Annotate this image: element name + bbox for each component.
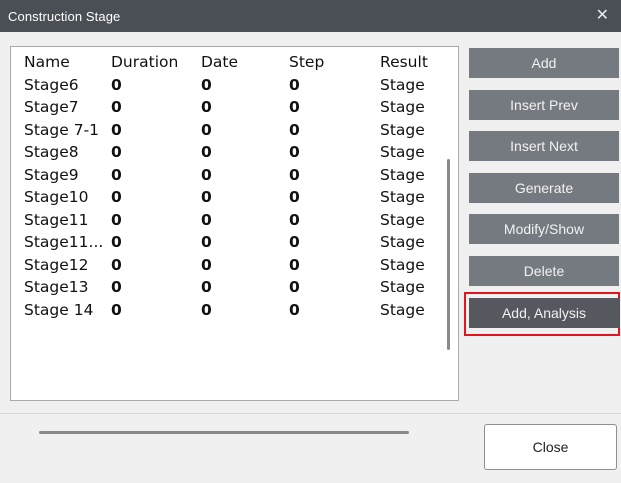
cell-result: Stage [380,75,425,94]
cell-step: 0 [289,233,300,251]
cell-date: 0 [201,278,212,296]
cell-duration: 0 [111,210,122,229]
modify-show-button[interactable]: Modify/Show [469,214,619,244]
cell-date: 0 [201,233,212,251]
column-header-result[interactable]: Result [380,53,428,71]
cell-result: Stage [380,233,425,251]
table-row[interactable]: Stage9 0 0 0 Stage [13,166,447,189]
cell-step: 0 [289,278,300,296]
cell-result: Stage [380,255,425,274]
add-analysis-button[interactable]: Add, Analysis [469,298,619,328]
column-header-name[interactable]: Name [24,53,70,71]
table-header: Name Duration Date Step Result [13,53,447,76]
cell-result: Stage [380,210,425,229]
cell-date: 0 [201,120,212,139]
cell-duration: 0 [111,98,122,116]
cell-step: 0 [289,98,300,116]
add-button[interactable]: Add [469,48,619,78]
insert-prev-button[interactable]: Insert Prev [469,90,619,120]
vertical-scrollbar[interactable] [447,159,450,350]
table-row[interactable]: Stage11 0 0 0 Stage [13,211,447,234]
cell-name: Stage11... [24,233,104,251]
cell-duration: 0 [111,233,122,251]
cell-result: Stage [380,143,425,161]
cell-name: Stage12 [24,255,89,274]
cell-date: 0 [201,98,212,116]
cell-name: Stage8 [24,143,79,161]
close-icon[interactable]: ✕ [592,8,613,24]
cell-duration: 0 [111,300,122,319]
cell-duration: 0 [111,75,122,94]
cell-date: 0 [201,143,212,161]
cell-step: 0 [289,188,300,206]
table-row[interactable]: Stage13 0 0 0 Stage [13,278,447,301]
table-row[interactable]: Stage6 0 0 0 Stage [13,76,447,99]
cell-result: Stage [380,120,425,139]
horizontal-scrollbar[interactable] [39,431,409,434]
cell-name: Stage 14 [24,300,94,319]
window-title: Construction Stage [8,8,121,24]
cell-step: 0 [289,75,300,94]
cell-duration: 0 [111,165,122,184]
table-row[interactable]: Stage12 0 0 0 Stage [13,256,447,279]
cell-date: 0 [201,300,212,319]
cell-date: 0 [201,255,212,274]
cell-duration: 0 [111,278,122,296]
cell-step: 0 [289,300,300,319]
generate-button[interactable]: Generate [469,173,619,203]
cell-name: Stage7 [24,98,79,116]
cell-duration: 0 [111,120,122,139]
cell-step: 0 [289,165,300,184]
title-bar: Construction Stage ✕ [0,0,621,32]
stage-list[interactable]: Name Duration Date Step Result Stage6 0 0 0… [10,46,459,434]
cell-result: Stage [380,188,425,206]
cell-duration: 0 [111,255,122,274]
insert-next-button[interactable]: Insert Next [469,131,619,161]
cell-result: Stage [380,165,425,184]
cell-name: Stage9 [24,165,79,184]
footer-divider [0,413,621,414]
table-row[interactable]: Stage 14 0 0 0 Stage [13,301,447,324]
cell-name: Stage 7-1 [24,120,100,139]
cell-name: Stage11 [24,210,89,229]
cell-date: 0 [201,210,212,229]
column-header-date[interactable]: Date [201,53,238,71]
cell-step: 0 [289,255,300,274]
column-header-duration[interactable]: Duration [111,53,178,71]
cell-step: 0 [289,143,300,161]
cell-date: 0 [201,188,212,206]
table-row[interactable]: Stage8 0 0 0 Stage [13,143,447,166]
cell-result: Stage [380,278,425,296]
cell-step: 0 [289,210,300,229]
stage-table: Name Duration Date Step Result Stage6 0 0 0… [13,49,447,395]
cell-name: Stage13 [24,278,89,296]
column-header-step[interactable]: Step [289,53,324,71]
cell-duration: 0 [111,143,122,161]
cell-date: 0 [201,75,212,94]
table-row[interactable]: Stage 7-1 0 0 0 Stage [13,121,447,144]
table-row[interactable]: Stage7 0 0 0 Stage [13,98,447,121]
cell-date: 0 [201,165,212,184]
cell-name: Stage6 [24,75,79,94]
table-row[interactable]: Stage11... 0 0 0 Stage [13,233,447,256]
close-button[interactable]: Close [484,424,617,470]
cell-name: Stage10 [24,188,89,206]
cell-result: Stage [380,98,425,116]
cell-result: Stage [380,300,425,319]
cell-duration: 0 [111,188,122,206]
delete-button[interactable]: Delete [469,256,619,286]
table-row[interactable]: Stage10 0 0 0 Stage [13,188,447,211]
cell-step: 0 [289,120,300,139]
